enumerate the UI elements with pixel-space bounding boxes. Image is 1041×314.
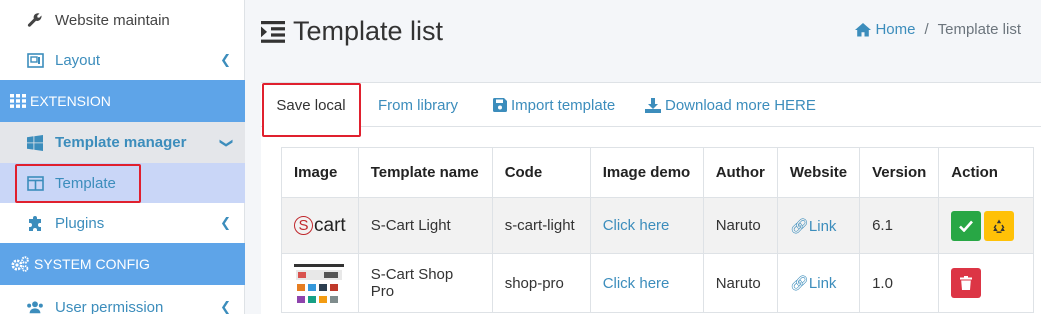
chevron-left-icon: ❮ bbox=[220, 215, 231, 230]
shop-pro-thumbnail bbox=[294, 264, 344, 312]
column-header: Version bbox=[859, 147, 940, 198]
tab-label: From library bbox=[378, 96, 459, 114]
website-link-label: Link bbox=[808, 217, 837, 235]
page-title: Template list bbox=[261, 16, 443, 47]
table-row: S-Cart Shop Pro shop-pro Click here Naru… bbox=[281, 253, 1035, 313]
website-link[interactable]: 🔗︎Link bbox=[776, 197, 861, 254]
main-content: Template list Home / Template list Save … bbox=[245, 0, 1041, 314]
link-icon: 🔗︎ bbox=[789, 217, 809, 235]
sidebar-item-label: Plugins bbox=[55, 214, 105, 232]
sidebar-header-extension: EXTENSION bbox=[0, 80, 245, 122]
template-name: S-Cart Shop Pro bbox=[357, 253, 493, 313]
recycle-icon bbox=[993, 219, 1006, 233]
sidebar: Website maintain Layout ❮ EXTENSION Temp… bbox=[0, 0, 245, 314]
column-header: Image bbox=[281, 147, 359, 198]
template-author: Naruto bbox=[702, 253, 778, 313]
template-image: Scart bbox=[281, 197, 359, 254]
highlight-box-template bbox=[15, 164, 141, 203]
trash-icon bbox=[960, 276, 973, 290]
sidebar-header-label: EXTENSION bbox=[30, 93, 111, 109]
check-icon bbox=[959, 220, 974, 232]
sidebar-item-label: Template manager bbox=[55, 134, 187, 151]
tab-bar: Save local From library Import template … bbox=[261, 83, 1041, 127]
users-icon bbox=[26, 298, 44, 314]
sidebar-item-layout[interactable]: Layout ❮ bbox=[0, 44, 245, 76]
link-icon: 🔗︎ bbox=[789, 275, 809, 292]
template-code: shop-pro bbox=[491, 253, 591, 313]
indent-list-icon bbox=[261, 20, 285, 43]
breadcrumb: Home / Template list bbox=[854, 21, 1021, 38]
sidebar-item-plugins[interactable]: Plugins ❮ bbox=[0, 207, 245, 239]
chevron-left-icon: ❮ bbox=[220, 52, 231, 67]
sidebar-item-label: User permission bbox=[55, 298, 164, 314]
layout-icon bbox=[26, 51, 44, 69]
image-demo-link[interactable]: Click here bbox=[589, 253, 704, 313]
breadcrumb-home-label: Home bbox=[875, 21, 916, 38]
highlight-box-save-local bbox=[262, 83, 361, 137]
table-row: Scart S-Cart Light s-cart-light Click he… bbox=[281, 197, 1035, 254]
column-header: Image demo bbox=[589, 147, 704, 198]
table-header-row: Image Template name Code Image demo Auth… bbox=[281, 147, 1035, 198]
column-header: Code bbox=[491, 147, 591, 198]
delete-button[interactable] bbox=[951, 268, 982, 298]
template-version: 1.0 bbox=[859, 253, 940, 313]
wrench-icon bbox=[26, 11, 44, 29]
breadcrumb-home[interactable]: Home bbox=[854, 21, 915, 38]
template-table: Image Template name Code Image demo Auth… bbox=[281, 147, 1035, 313]
chevron-left-icon: ❮ bbox=[220, 299, 231, 314]
website-link[interactable]: 🔗︎Link bbox=[776, 253, 861, 313]
windows-icon bbox=[26, 134, 44, 152]
tab-label: Import template bbox=[511, 96, 616, 114]
chevron-down-icon: ❮ bbox=[217, 137, 233, 148]
template-name: S-Cart Light bbox=[357, 197, 493, 254]
action-cell bbox=[938, 197, 1035, 254]
scart-logo-icon: S bbox=[294, 216, 313, 235]
tab-download-more[interactable]: Download more HERE bbox=[645, 83, 816, 127]
grid-icon bbox=[10, 94, 26, 108]
tab-from-library[interactable]: From library bbox=[378, 83, 458, 127]
save-icon bbox=[493, 98, 507, 112]
website-link-label: Link bbox=[808, 275, 837, 292]
refresh-button[interactable] bbox=[984, 210, 1015, 241]
download-icon bbox=[645, 97, 661, 113]
page-title-text: Template list bbox=[293, 16, 444, 46]
sidebar-item-template-manager[interactable]: Template manager ❮ bbox=[0, 122, 245, 163]
sidebar-item-label: Layout bbox=[55, 51, 101, 69]
action-cell bbox=[938, 253, 1035, 313]
cogs-icon bbox=[10, 256, 30, 272]
sidebar-item-website-maintain[interactable]: Website maintain bbox=[0, 4, 245, 36]
image-demo-link[interactable]: Click here bbox=[589, 197, 704, 254]
sidebar-header-label: SYSTEM CONFIG bbox=[34, 256, 150, 272]
column-header: Author bbox=[702, 147, 778, 198]
home-icon bbox=[855, 23, 872, 37]
template-author: Naruto bbox=[702, 197, 778, 254]
tab-import-template[interactable]: Import template bbox=[493, 83, 615, 127]
template-image bbox=[281, 253, 359, 313]
sidebar-item-user-permission[interactable]: User permission ❮ bbox=[0, 291, 245, 314]
breadcrumb-separator: / bbox=[924, 21, 929, 38]
template-code: s-cart-light bbox=[491, 197, 591, 254]
breadcrumb-current: Template list bbox=[937, 21, 1021, 38]
template-card: Save local From library Import template … bbox=[261, 82, 1041, 314]
column-header: Website bbox=[776, 147, 861, 198]
enable-button[interactable] bbox=[951, 210, 982, 241]
tab-label: Download more HERE bbox=[665, 96, 816, 114]
template-version: 6.1 bbox=[859, 197, 940, 254]
sidebar-item-label: Website maintain bbox=[55, 11, 170, 29]
column-header: Action bbox=[938, 147, 1035, 198]
sidebar-header-system-config: SYSTEM CONFIG bbox=[0, 243, 245, 285]
column-header: Template name bbox=[357, 147, 493, 198]
puzzle-icon bbox=[26, 214, 44, 232]
